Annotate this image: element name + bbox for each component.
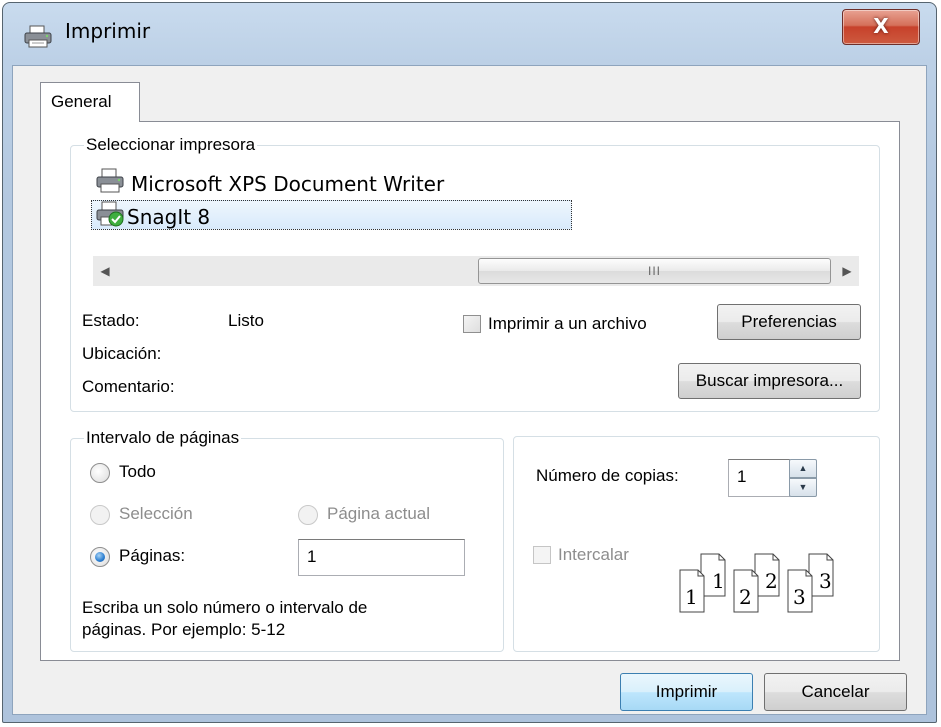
pages-radio[interactable] bbox=[90, 547, 110, 567]
pages-label[interactable]: Páginas: bbox=[119, 546, 185, 566]
collate-page-number: 3 bbox=[793, 585, 806, 609]
print-button[interactable]: Imprimir bbox=[620, 673, 753, 711]
page-range-help-line1: Escriba un solo número o intervalo de bbox=[82, 598, 368, 617]
collate-page-number: 1 bbox=[712, 569, 725, 593]
location-label: Ubicación: bbox=[82, 344, 162, 363]
collate-label[interactable]: Intercalar bbox=[558, 545, 629, 565]
select-printer-legend: Seleccionar impresora bbox=[84, 135, 258, 155]
collate-page-number: 2 bbox=[739, 585, 752, 609]
preferences-button[interactable]: Preferencias bbox=[717, 304, 861, 340]
pages-input[interactable]: 1 bbox=[298, 539, 465, 576]
print-to-file-label[interactable]: Imprimir a un archivo bbox=[488, 314, 647, 334]
collate-page-number: 1 bbox=[685, 585, 698, 609]
printer-icon bbox=[95, 168, 125, 199]
tab-general[interactable]: General bbox=[40, 82, 140, 122]
all-pages-label[interactable]: Todo bbox=[119, 462, 156, 482]
collate-page-number: 2 bbox=[765, 569, 778, 593]
spin-up-icon[interactable]: ▲ bbox=[789, 459, 817, 478]
print-to-file-checkbox[interactable] bbox=[463, 315, 481, 333]
scrollbar-thumb[interactable]: III bbox=[478, 258, 831, 284]
scroll-right-arrow-icon[interactable]: ▶ bbox=[835, 256, 859, 286]
selection-radio[interactable] bbox=[90, 505, 110, 525]
spin-down-icon[interactable]: ▼ bbox=[789, 478, 817, 497]
close-button[interactable]: X bbox=[842, 9, 920, 45]
printer-name: SnagIt 8 bbox=[127, 204, 211, 229]
comment-label: Comentario: bbox=[82, 377, 175, 396]
all-pages-radio[interactable] bbox=[90, 463, 110, 483]
find-printer-button[interactable]: Buscar impresora... bbox=[678, 363, 861, 399]
collate-page-number: 3 bbox=[819, 569, 832, 593]
printer-icon bbox=[23, 25, 53, 54]
printer-item-snagit[interactable]: SnagIt 8 bbox=[95, 201, 210, 232]
collate-checkbox[interactable] bbox=[533, 546, 551, 564]
printer-list-hscrollbar[interactable]: ◀ III ▶ bbox=[93, 256, 859, 286]
printer-item-xps[interactable]: Microsoft XPS Document Writer bbox=[95, 168, 444, 199]
scroll-left-arrow-icon[interactable]: ◀ bbox=[93, 256, 117, 286]
copies-spinner[interactable]: ▲ ▼ bbox=[789, 459, 817, 497]
copies-count-input[interactable]: 1 bbox=[728, 459, 790, 497]
current-page-radio[interactable] bbox=[298, 505, 318, 525]
printer-default-check-icon bbox=[95, 201, 125, 232]
collate-preview-icon: 1 1 2 2 3 3 bbox=[676, 552, 866, 627]
status-label: Estado: bbox=[82, 311, 140, 330]
current-page-label[interactable]: Página actual bbox=[327, 504, 430, 524]
page-range-help-line2: páginas. Por ejemplo: 5-12 bbox=[82, 620, 286, 639]
status-value: Listo bbox=[228, 311, 264, 330]
title-bar[interactable]: Imprimir X bbox=[3, 3, 936, 63]
cancel-button[interactable]: Cancelar bbox=[764, 673, 907, 711]
copies-count-label: Número de copias: bbox=[536, 466, 679, 485]
window-title: Imprimir bbox=[65, 19, 151, 43]
page-range-legend: Intervalo de páginas bbox=[84, 428, 242, 448]
selection-label[interactable]: Selección bbox=[119, 504, 193, 524]
printer-name: Microsoft XPS Document Writer bbox=[131, 171, 445, 196]
